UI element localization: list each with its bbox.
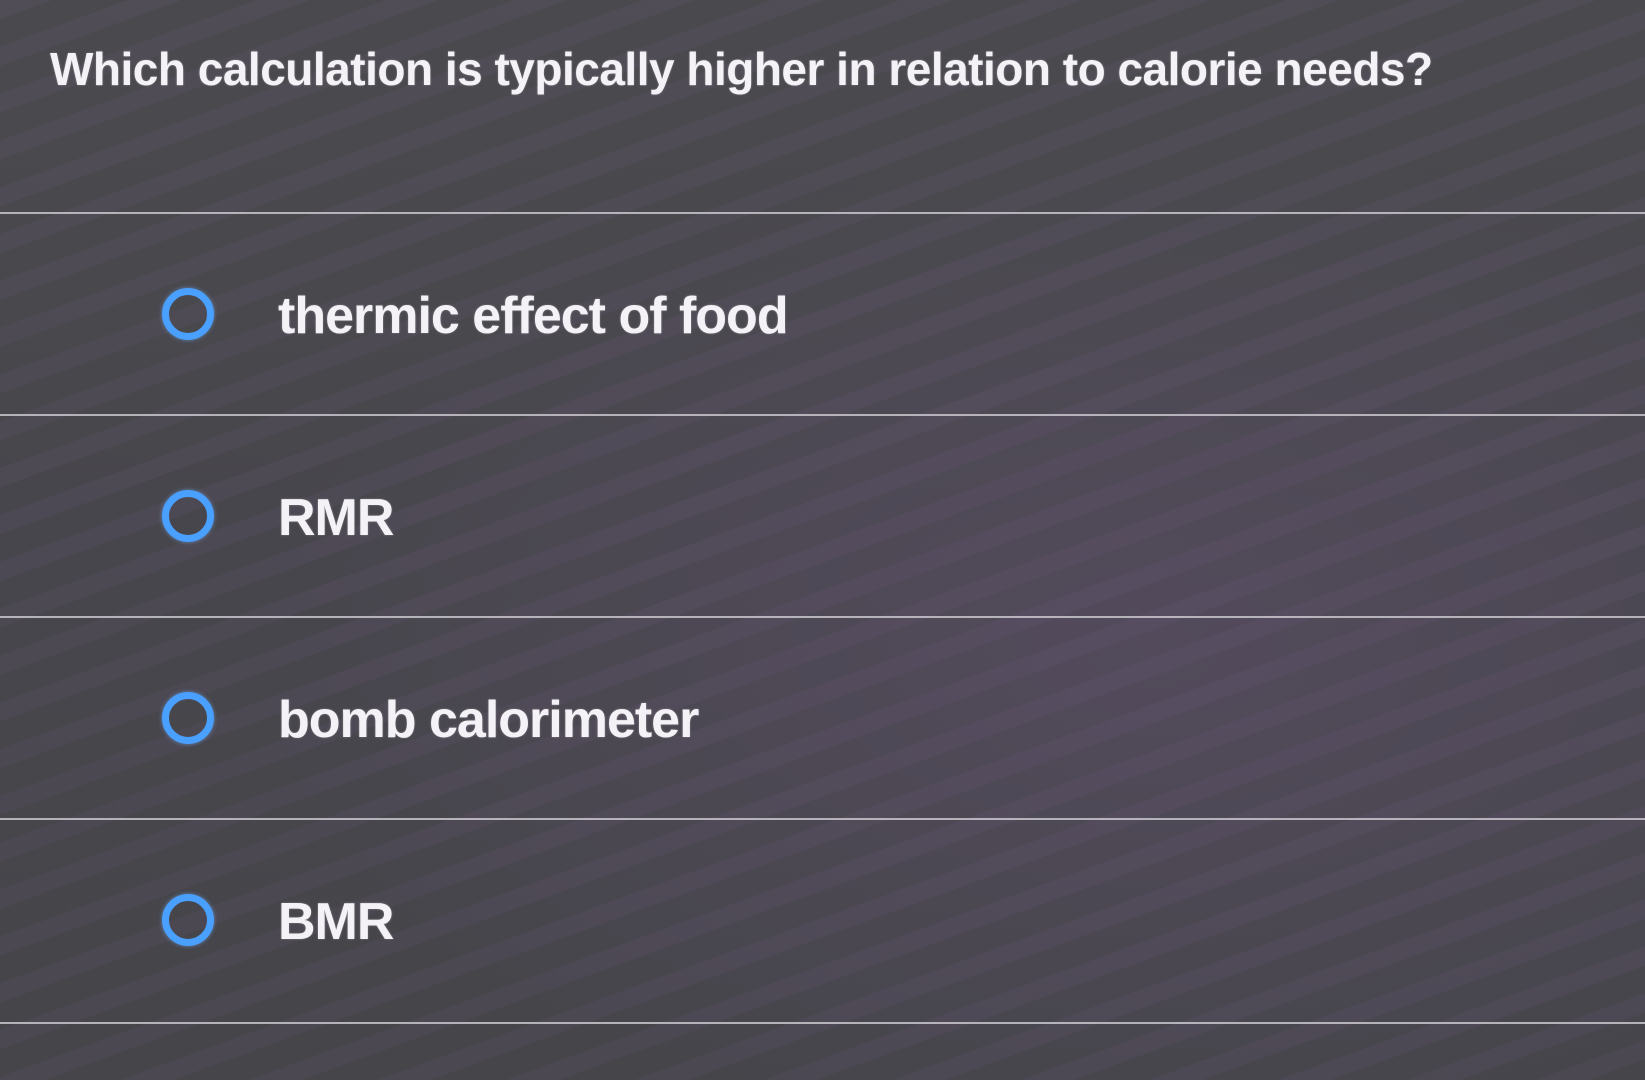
answer-option-rmr[interactable]: RMR — [0, 416, 1645, 616]
radio-button-icon[interactable] — [162, 490, 214, 542]
answer-option-label: thermic effect of food — [278, 287, 789, 345]
answer-option-label: BMR — [278, 893, 394, 951]
answer-option-label: bomb calorimeter — [278, 691, 699, 749]
question-text: Which calculation is typically higher in… — [50, 43, 1433, 95]
radio-button-icon[interactable] — [162, 288, 214, 340]
answer-option-thermic-effect-of-food[interactable]: thermic effect of food — [0, 214, 1645, 414]
radio-button-icon[interactable] — [162, 692, 214, 744]
divider — [0, 1022, 1645, 1024]
answer-option-label: RMR — [278, 489, 394, 547]
answer-option-bmr[interactable]: BMR — [0, 820, 1645, 1020]
radio-button-icon[interactable] — [162, 894, 214, 946]
quiz-question-panel: Which calculation is typically higher in… — [0, 0, 1645, 1080]
answer-option-bomb-calorimeter[interactable]: bomb calorimeter — [0, 618, 1645, 818]
